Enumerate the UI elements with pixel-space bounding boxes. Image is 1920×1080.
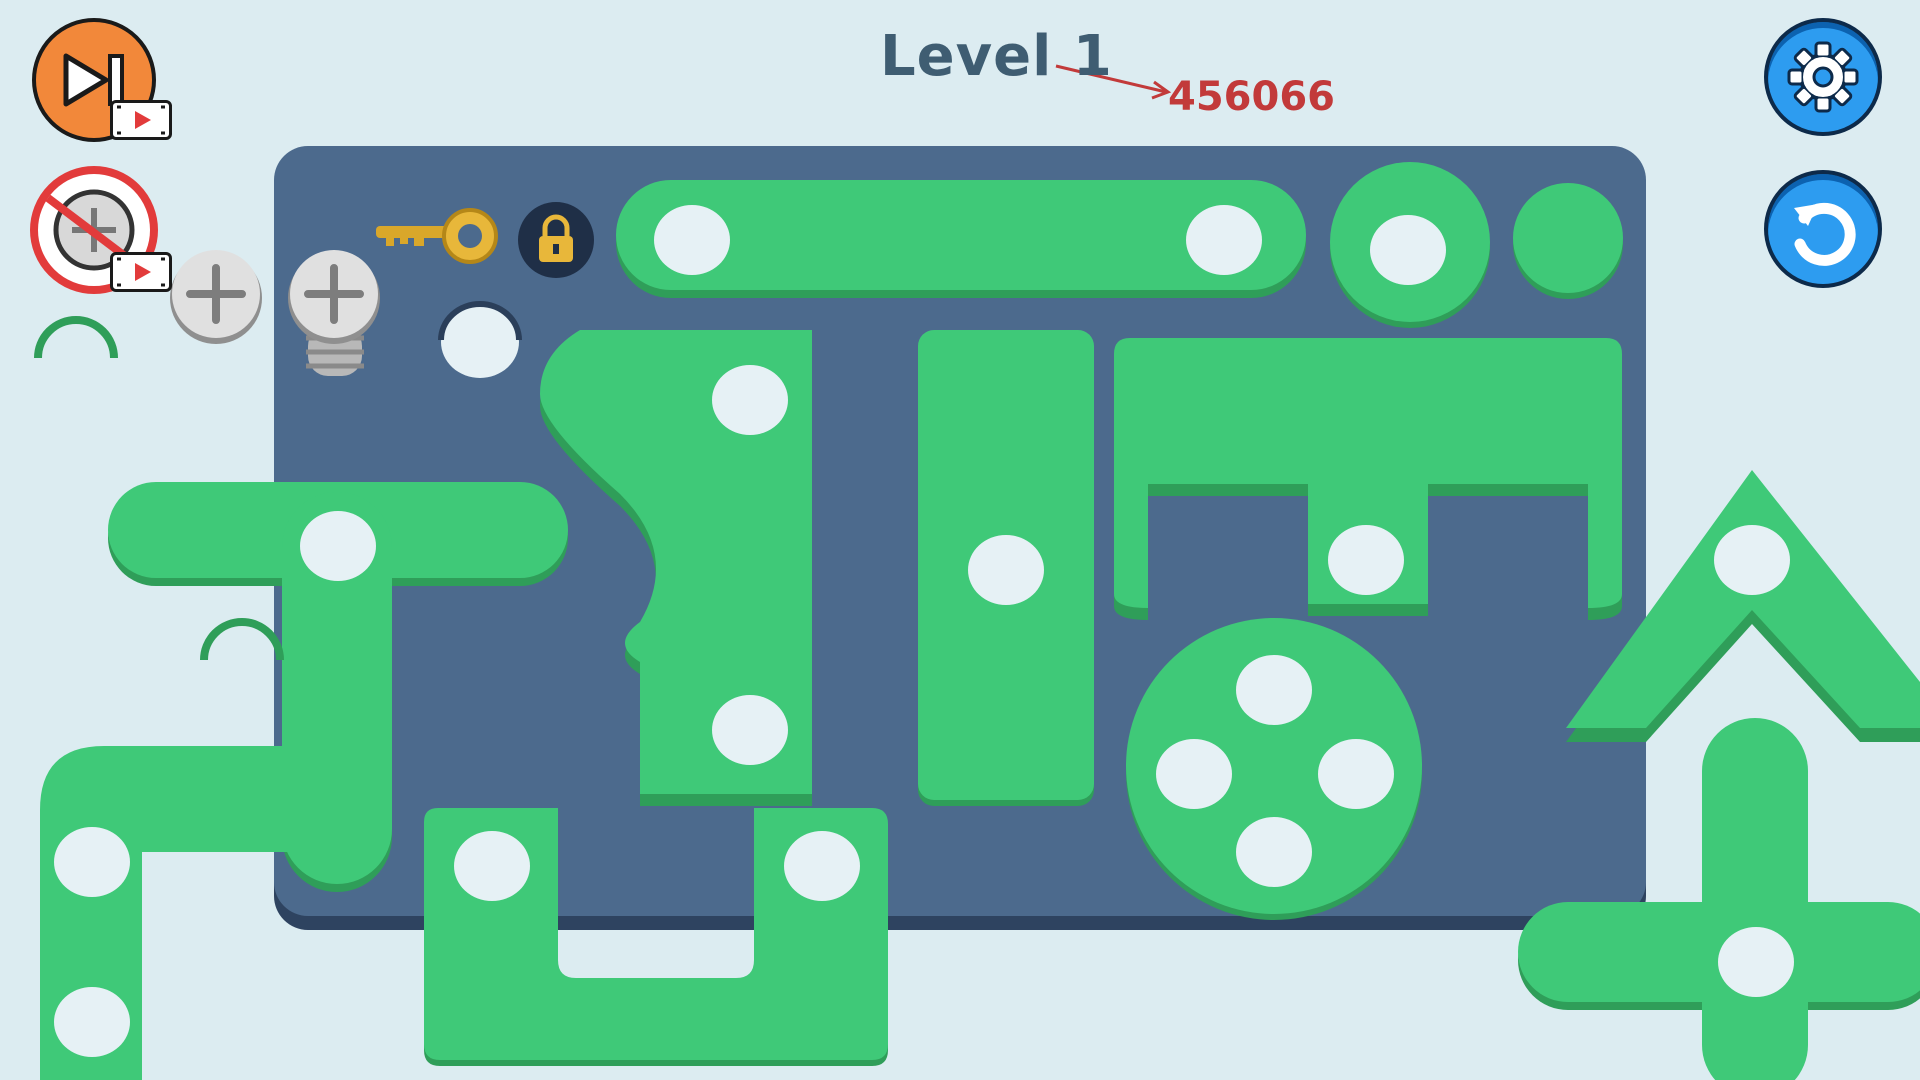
plank-hole[interactable] <box>54 827 130 897</box>
annotation-label: 456066 <box>1168 74 1335 120</box>
plank-hole[interactable] <box>968 535 1044 605</box>
level-title: Level 1 <box>880 24 1113 89</box>
plank-hole[interactable] <box>1318 739 1394 809</box>
game-scene <box>34 64 1920 1080</box>
plank-hole[interactable] <box>54 987 130 1057</box>
plank-hole[interactable] <box>1328 525 1404 595</box>
plank-hole[interactable] <box>454 831 530 901</box>
plank-hole[interactable] <box>1236 655 1312 725</box>
lock-icon[interactable] <box>518 202 594 278</box>
plank-hole[interactable] <box>1718 927 1794 997</box>
restart-button[interactable] <box>1764 170 1882 288</box>
restart-icon <box>1794 202 1856 266</box>
video-ad-icon <box>110 100 172 140</box>
plank-hole[interactable] <box>712 365 788 435</box>
plank-hole[interactable] <box>1714 525 1790 595</box>
plank-hole[interactable] <box>1370 215 1446 285</box>
plank-fragment <box>34 316 118 359</box>
screw-icon[interactable] <box>170 250 262 344</box>
settings-button[interactable] <box>1764 18 1882 136</box>
plank-hole[interactable] <box>1236 817 1312 887</box>
plank-hole[interactable] <box>1186 205 1262 275</box>
plank-hole[interactable] <box>300 511 376 581</box>
gear-icon <box>1787 41 1859 113</box>
plank-fragment <box>200 618 284 661</box>
plank-small-circle[interactable] <box>1513 183 1623 299</box>
video-ad-icon <box>110 252 172 292</box>
plank-hole[interactable] <box>712 695 788 765</box>
plank-hole[interactable] <box>1156 739 1232 809</box>
plank-hole[interactable] <box>784 831 860 901</box>
plank-hole[interactable] <box>654 205 730 275</box>
